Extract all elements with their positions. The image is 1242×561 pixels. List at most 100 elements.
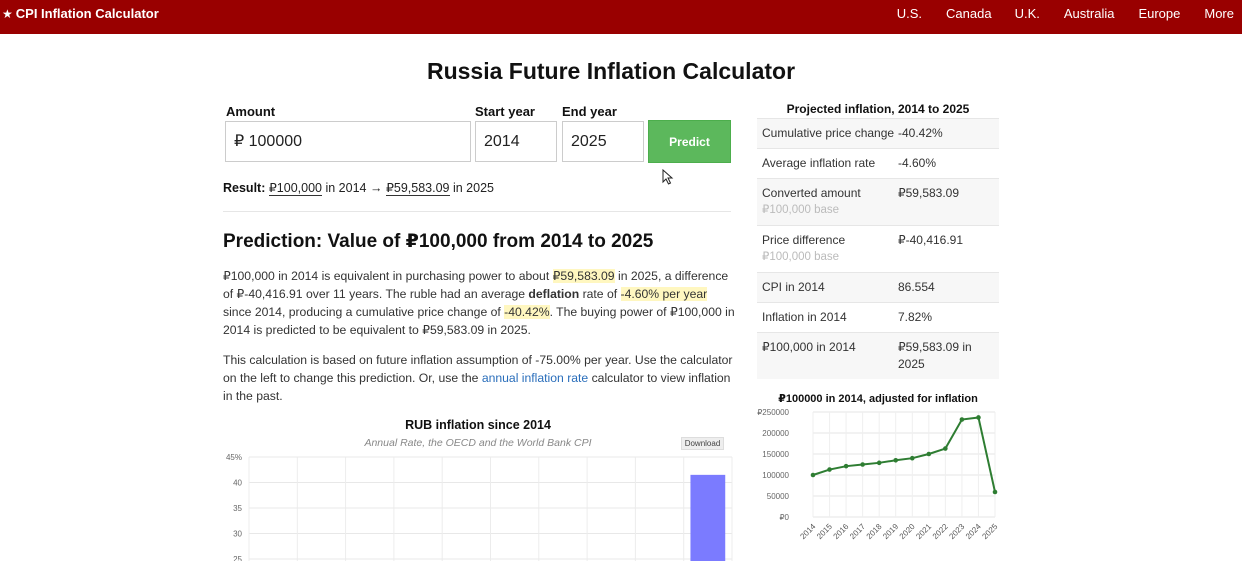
x-tick-label: 2019: [881, 522, 900, 541]
brand-label: CPI Inflation Calculator: [15, 6, 159, 21]
row-value: ₽59,583.09 in 2025: [898, 340, 972, 371]
table-row: Cumulative price change -40.42%: [757, 118, 999, 148]
bar: [690, 474, 726, 561]
x-tick-label: 2024: [964, 522, 983, 541]
mouse-cursor-icon: [662, 169, 674, 185]
table-row: Converted amount ₽100,000 base ₽59,583.09: [757, 178, 999, 225]
amount-input[interactable]: ₽ 100000: [225, 121, 471, 162]
y-tick-label: 50000: [767, 492, 790, 501]
row-key-sub: ₽100,000 base: [762, 251, 840, 263]
top-navbar: ★ CPI Inflation Calculator U.S. Canada U…: [0, 0, 1242, 34]
y-tick-label: ₽250000: [757, 408, 789, 417]
x-tick-label: 2017: [848, 522, 867, 541]
row-value: -4.60%: [898, 156, 937, 170]
adjusted-value-line-chart: ₽0 50000 100000 150000 200000 ₽250000 20142015…: [757, 408, 999, 541]
x-tick-label: 2021: [914, 522, 933, 541]
y-tick-label: 45%: [226, 453, 242, 462]
data-point: [959, 417, 965, 422]
row-key: ₽100,000 in 2014: [762, 340, 856, 354]
end-year-label: End year: [562, 104, 617, 119]
row-key: CPI in 2014: [762, 280, 825, 294]
download-button[interactable]: Download: [681, 437, 724, 450]
nav-us[interactable]: U.S.: [897, 6, 922, 21]
y-tick-label: 30: [233, 530, 242, 539]
end-year-input[interactable]: 2025: [562, 121, 644, 162]
start-year-input[interactable]: 2014: [475, 121, 557, 162]
row-value: ₽59,583.09: [898, 186, 960, 200]
y-tick-label: ₽0: [779, 513, 789, 522]
nav-menu: U.S. Canada U.K. Australia Europe More: [897, 6, 1242, 21]
x-tick-label: 2015: [815, 522, 834, 541]
result-text-1: in 2014 →: [322, 181, 386, 195]
data-point: [893, 458, 899, 463]
table-row: Inflation in 2014 7.82%: [757, 302, 999, 332]
y-tick-label: 25: [233, 555, 242, 561]
p1-highlight-change: -40.42%: [504, 305, 550, 319]
rub-chart-title: RUB inflation since 2014: [405, 418, 551, 432]
data-point: [876, 460, 882, 466]
x-tick-label: 2022: [931, 522, 950, 541]
data-point: [992, 489, 998, 495]
data-point: [827, 467, 832, 472]
series-line: [812, 416, 996, 493]
prediction-paragraph-1: ₽100,000 in 2014 is equivalent in purcha…: [223, 267, 735, 339]
star-icon: ★: [2, 6, 13, 21]
sidebar-title: Projected inflation, 2014 to 2025: [786, 102, 970, 116]
data-point: [909, 455, 915, 461]
p1-bold-deflation: deflation: [528, 287, 580, 301]
amount-label: Amount: [226, 104, 276, 119]
result-text-2: in 2025: [449, 181, 494, 195]
p1-text: rate of: [579, 287, 621, 301]
y-tick-label: 150000: [762, 450, 789, 459]
row-value: 7.82%: [898, 310, 933, 324]
y-tick-label: 35: [233, 504, 242, 513]
nav-europe[interactable]: Europe: [1138, 6, 1180, 21]
nav-canada[interactable]: Canada: [946, 6, 992, 21]
result-converted: ₽59,583.09: [385, 181, 450, 196]
y-tick-label: 40: [233, 479, 242, 488]
table-row: Price difference ₽100,000 base ₽-40,416.9…: [757, 225, 999, 272]
brand-link[interactable]: ★ CPI Inflation Calculator: [2, 6, 159, 21]
p1-highlight-rate: -4.60% per year: [620, 287, 708, 301]
x-tick-label: 2023: [947, 522, 966, 541]
row-key: Inflation in 2014: [762, 310, 847, 324]
table-row: CPI in 2014 86.554: [757, 272, 999, 302]
x-tick-label: 2014: [798, 522, 817, 541]
p1-text: since 2014, producing a cumulative price…: [223, 305, 505, 319]
y-tick-label: 200000: [762, 429, 789, 438]
table-row: Average inflation rate -4.60%: [757, 148, 999, 178]
table-row: ₽100,000 in 2014 ₽59,583.09 in 2025: [757, 332, 999, 379]
rub-bar-chart: 45% 40 35 30 25: [226, 453, 733, 561]
data-point: [926, 451, 932, 457]
row-value: 86.554: [898, 280, 935, 294]
annual-inflation-rate-link[interactable]: annual inflation rate: [482, 371, 588, 385]
data-point: [860, 462, 865, 467]
row-key: Price difference ₽100,000 base: [762, 232, 898, 266]
result-line: Result: ₽100,000 in 2014 → ₽59,583.09 in…: [223, 180, 494, 196]
data-point: [976, 415, 981, 420]
x-tick-label: 2018: [865, 522, 884, 541]
row-key: Converted amount ₽100,000 base: [762, 185, 898, 219]
p1-highlight-amount: ₽59,583.09: [552, 269, 615, 283]
nav-australia[interactable]: Australia: [1064, 6, 1115, 21]
row-key-sub: ₽100,000 base: [762, 204, 840, 216]
row-key: Average inflation rate: [762, 156, 876, 170]
result-amount: ₽100,000: [268, 181, 322, 196]
divider: [223, 211, 731, 212]
result-label: Result:: [223, 181, 266, 195]
nav-more[interactable]: More: [1204, 6, 1234, 21]
data-point: [843, 463, 849, 469]
row-key-label: Price difference: [762, 233, 846, 247]
prediction-paragraph-2: This calculation is based on future infl…: [223, 351, 735, 405]
data-point: [943, 446, 948, 451]
row-key: Cumulative price change: [762, 126, 895, 140]
data-point: [810, 472, 816, 478]
x-tick-label: 2016: [832, 522, 851, 541]
prediction-heading: Prediction: Value of ₽100,000 from 2014 …: [223, 231, 654, 252]
projection-table: Cumulative price change -40.42% Average …: [757, 118, 999, 379]
predict-button[interactable]: Predict: [648, 120, 731, 163]
rub-chart-subtitle: Annual Rate, the OECD and the World Bank…: [364, 437, 592, 449]
y-tick-label: 100000: [762, 471, 789, 480]
page-title: Russia Future Inflation Calculator: [426, 58, 796, 84]
nav-uk[interactable]: U.K.: [1015, 6, 1040, 21]
